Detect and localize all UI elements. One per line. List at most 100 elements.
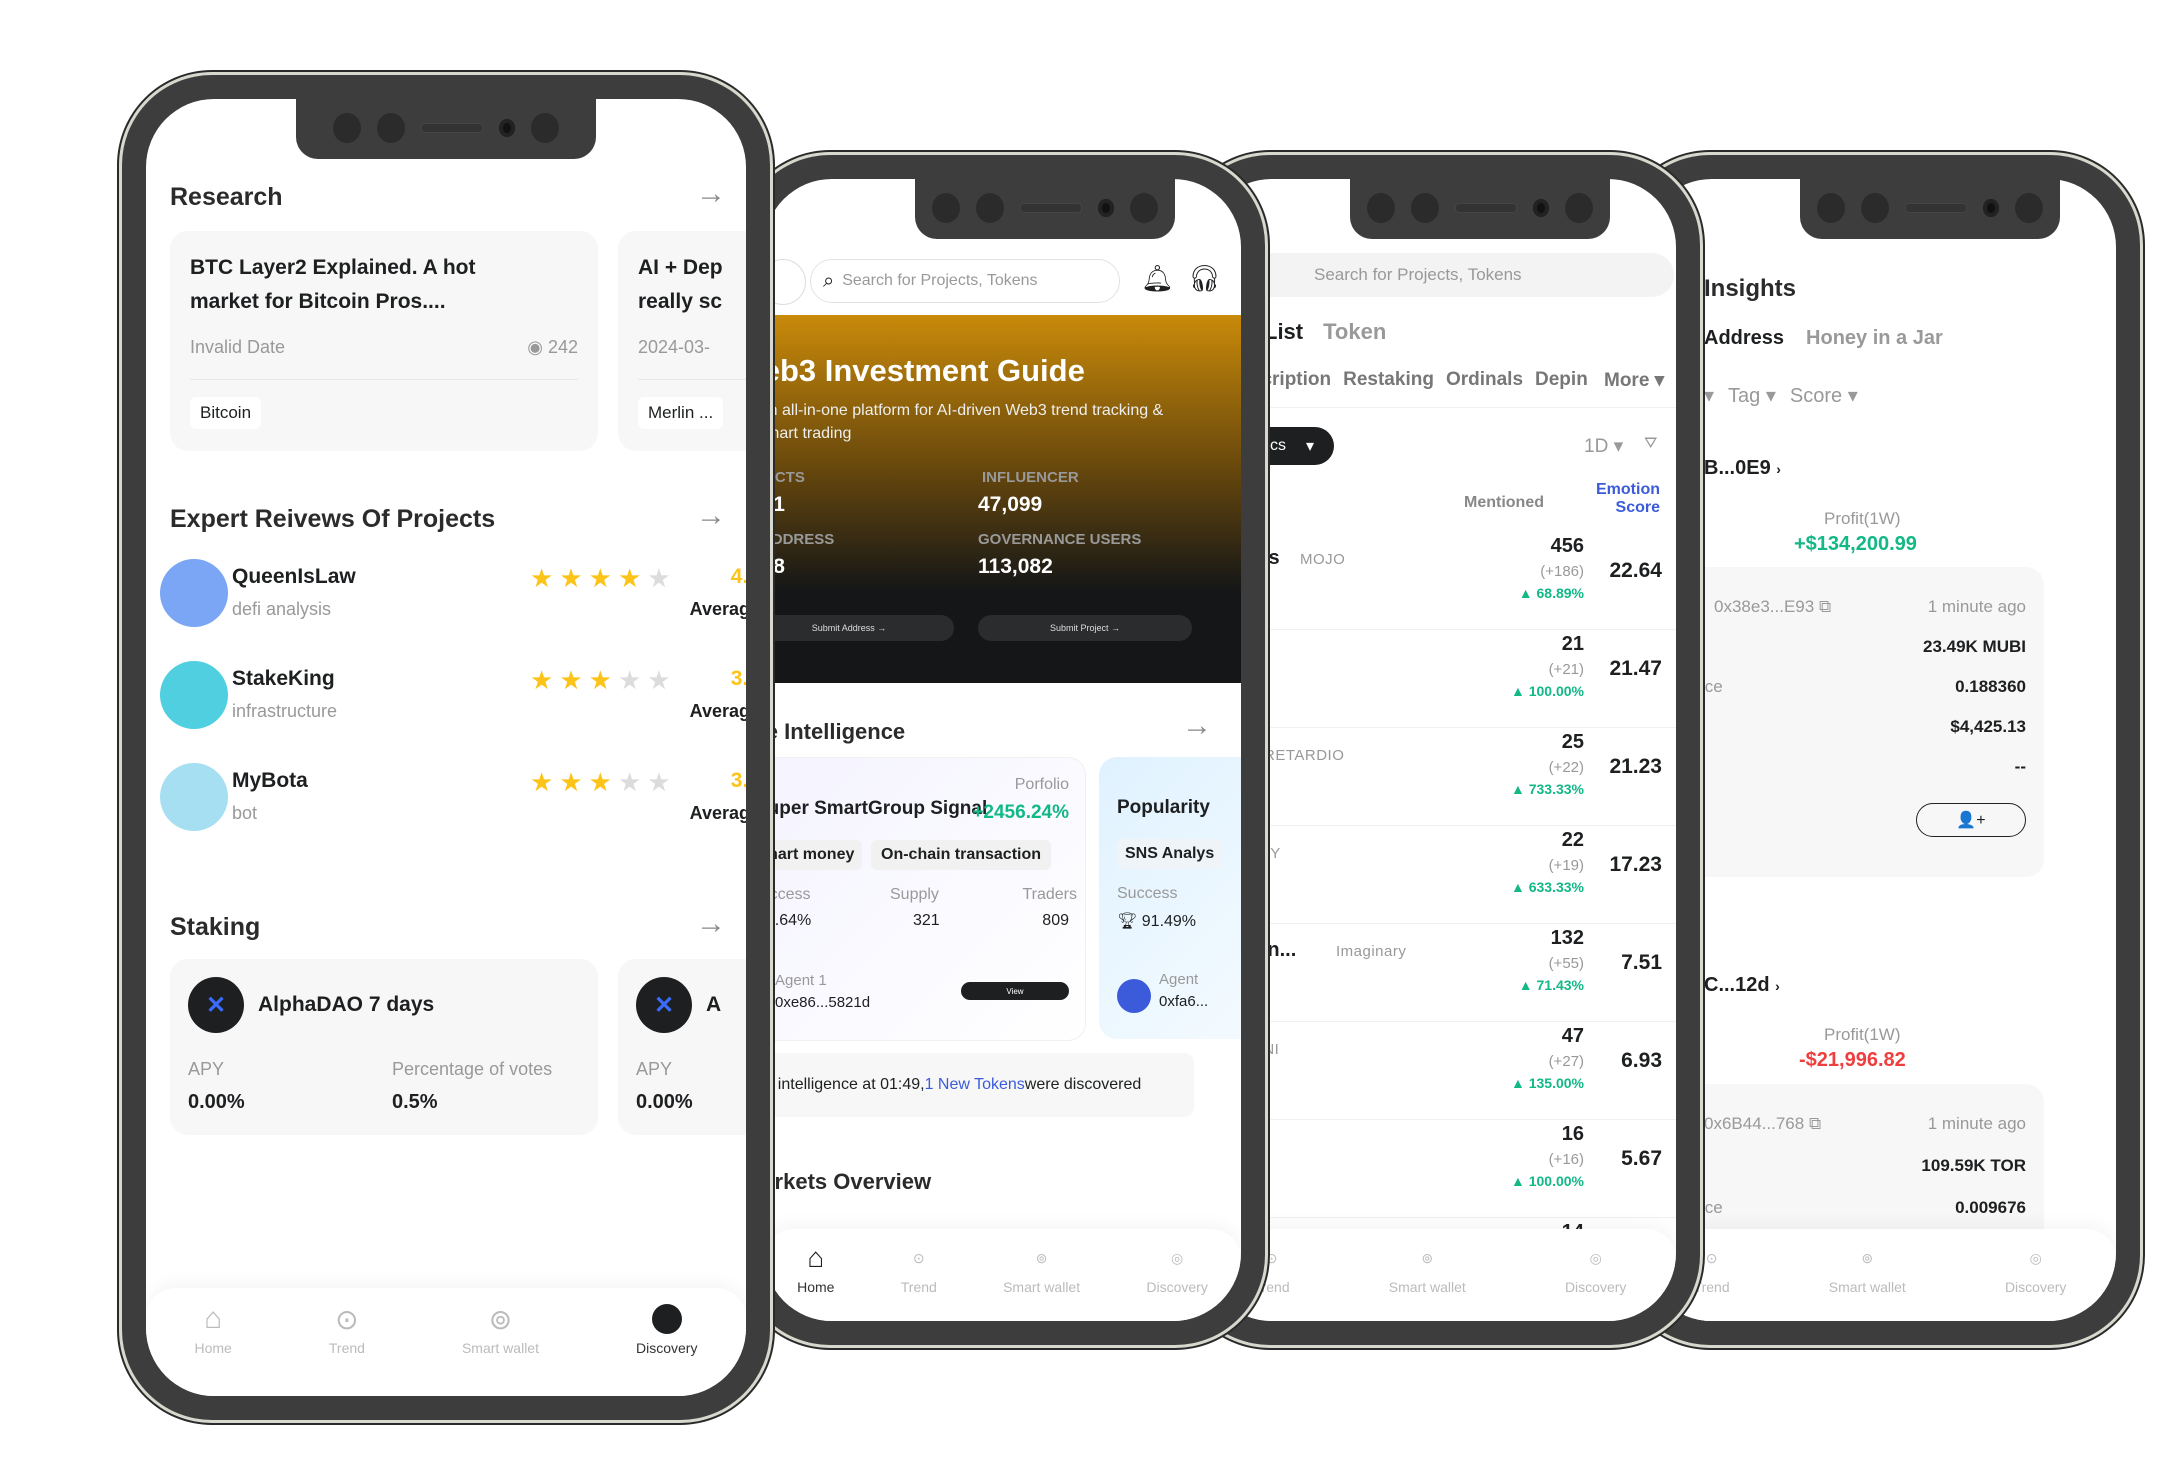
- portfolio-label: Porfolio: [1014, 776, 1069, 793]
- copy-icon[interactable]: ⧉: [1809, 1114, 1821, 1133]
- star-icon: ★: [617, 563, 642, 593]
- category-depin[interactable]: Depin: [1535, 369, 1588, 391]
- filter-dropdown[interactable]: ▾: [1704, 383, 1714, 408]
- agent-address: 0xfa6...: [1159, 993, 1209, 1010]
- reviewer-category: defi analysis: [232, 599, 332, 619]
- category-restaking[interactable]: Restaking: [1343, 369, 1434, 391]
- tab-smart-wallet[interactable]: ⊚ Smart wallet: [1003, 1241, 1080, 1296]
- up-arrow-icon: ▲: [1518, 977, 1533, 993]
- arrow-right-icon[interactable]: →: [696, 499, 726, 533]
- filter-score[interactable]: Score ▾: [1790, 383, 1858, 408]
- intelligence-notice[interactable]: Live intelligence at 01:49, 1 New Tokens…: [764, 1053, 1194, 1117]
- tab-trend[interactable]: ⊙ Trend: [901, 1241, 937, 1296]
- wallet-icon: ⊚: [1861, 1249, 1874, 1266]
- filter-tag[interactable]: Tag ▾: [1728, 383, 1776, 408]
- avatar: [160, 661, 228, 729]
- tag-chip: On-chain transaction: [871, 840, 1052, 870]
- col-emotion-score[interactable]: Emotion Score: [1584, 481, 1660, 517]
- bell-icon[interactable]: 🔔︎: [1141, 263, 1174, 294]
- tag-chip: SNS Analys: [1117, 839, 1223, 869]
- tab-discovery[interactable]: ◎ Discovery: [2005, 1241, 2066, 1296]
- home-screen: ⌕ Search for Projects, Tokens 🔔︎ 🎧︎ Web3…: [764, 179, 1241, 1321]
- rating-level: Average: [689, 599, 746, 619]
- research-card[interactable]: BTC Layer2 Explained. A hot market for B…: [170, 231, 598, 451]
- tab-address[interactable]: Address: [1704, 327, 1784, 350]
- tab-smart-wallet[interactable]: ⊚ Smart wallet: [1389, 1241, 1466, 1296]
- hero-title: Web3 Investment Guide: [764, 353, 1085, 388]
- review-item[interactable]: MyBota bot ★★★★★ 3.5 Average: [160, 763, 746, 833]
- stat-label: Supply: [890, 886, 939, 903]
- profit-value: +$134,200.99: [1794, 533, 1917, 555]
- emotion-score: 7.51: [1621, 951, 1662, 974]
- search-icon: ⌕: [823, 269, 835, 292]
- search-input[interactable]: ⌕ Search for Projects, Tokens: [810, 259, 1120, 303]
- table-row[interactable]: vap UNI 47 (+27) ▲ 135.00% 6.93: [1204, 1019, 1676, 1120]
- follow-button[interactable]: 👤+: [1916, 803, 2026, 837]
- tab-discovery[interactable]: Discovery: [636, 1302, 697, 1356]
- table-row[interactable]: nary On... Imaginary efi 132 (+55) ▲ 71.…: [1204, 921, 1676, 1022]
- submit-address-button[interactable]: Submit Address →: [764, 615, 954, 641]
- price-value: 0.188360: [1955, 677, 2026, 696]
- category-ordinals[interactable]: Ordinals: [1446, 369, 1523, 391]
- trade-time: 1 minute ago: [1927, 1114, 2026, 1133]
- table-row[interactable]: n VANRY ... 22 (+19) ▲ 633.33% 17.23: [1204, 823, 1676, 924]
- research-card[interactable]: AI + Dep really sc 2024-03- Merlin ...: [618, 231, 746, 451]
- reviewer-category: bot: [232, 803, 258, 823]
- headset-icon[interactable]: 🎧︎: [1188, 263, 1221, 294]
- copy-icon[interactable]: ⧉: [1819, 597, 1831, 616]
- view-button[interactable]: View: [961, 982, 1069, 1000]
- arrow-right-icon[interactable]: →: [696, 177, 726, 211]
- wallet-address-link[interactable]: C...12d ›: [1704, 974, 1780, 997]
- tab-home[interactable]: ⌂ Home: [797, 1241, 834, 1295]
- star-icon: ★: [530, 767, 554, 797]
- mentioned-change: ▲ 100.00%: [1510, 1173, 1584, 1189]
- table-row[interactable]: ok BBT 16 (+16) ▲ 100.00% 5.67: [1204, 1117, 1676, 1218]
- bottom-tab-bar: ⊙ Trend ⊚ Smart wallet ◎ Discovery: [1204, 1229, 1676, 1321]
- review-item[interactable]: StakeKing infrastructure ★★★★★ 3.2 Avera…: [160, 661, 746, 731]
- tab-discovery[interactable]: ◎ Discovery: [1565, 1241, 1626, 1296]
- section-title: Markets Overview: [764, 1169, 932, 1194]
- star-icon: ★: [559, 767, 583, 797]
- filter-icon[interactable]: ⛛: [1644, 435, 1657, 453]
- trade-time: 1 minute ago: [1927, 597, 2026, 616]
- phone-notch: [915, 177, 1175, 239]
- tab-smart-wallet[interactable]: ⊚ Smart wallet: [462, 1302, 539, 1357]
- col-mentioned[interactable]: Mentioned: [1464, 494, 1544, 512]
- search-input[interactable]: Search for Projects, Tokens: [1244, 253, 1674, 297]
- tab-trend[interactable]: ⊙ Trend: [329, 1302, 365, 1357]
- review-item[interactable]: QueenIsLaw defi analysis ★★★★★ 4.1 Avera…: [160, 559, 746, 629]
- stat-value: 809: [1042, 912, 1069, 929]
- new-tokens-link[interactable]: 1 New Tokens: [925, 1076, 1025, 1094]
- add-user-icon: 👤+: [1956, 812, 1986, 829]
- wallet-address-link[interactable]: B...0E9 ›: [1704, 457, 1781, 480]
- tab-honey-in-a-jar[interactable]: Honey in a Jar: [1806, 327, 1943, 350]
- star-icon: ★: [559, 665, 583, 695]
- star-icon: ★: [559, 563, 583, 593]
- popularity-card[interactable]: Popularity SNS Analys Success 🏆︎ 91.49% …: [1099, 757, 1241, 1039]
- tab-smart-wallet[interactable]: ⊚ Smart wallet: [1829, 1241, 1906, 1296]
- tab-list[interactable]: List: [1264, 319, 1303, 345]
- more-dropdown[interactable]: More ▾: [1604, 369, 1664, 392]
- contract-address[interactable]: 0x38e3...E93 ⧉: [1714, 597, 1831, 617]
- mentioned-change: ▲ 135.00%: [1510, 1075, 1584, 1091]
- table-row[interactable]: RDIO RETARDIO e 25 (+22) ▲ 733.33% 21.23: [1204, 725, 1676, 826]
- staking-card[interactable]: ✕ A APY 0.00%: [618, 959, 746, 1135]
- research-title: BTC Layer2 Explained. A hot market for B…: [190, 256, 476, 313]
- emotion-score: 17.23: [1609, 853, 1662, 876]
- trend-icon: ⊙: [335, 1303, 359, 1335]
- rating-value: 3.5: [730, 769, 746, 792]
- submit-project-button[interactable]: Submit Project →: [978, 615, 1192, 641]
- tab-discovery[interactable]: ◎ Discovery: [1146, 1241, 1207, 1296]
- table-row[interactable]: Markets MOJO ... 456 (+186) ▲ 68.89% 22.…: [1204, 529, 1676, 630]
- arrow-right-icon[interactable]: →: [1182, 709, 1212, 743]
- signal-card[interactable]: Super SmartGroup Signal Porfolio +2456.2…: [764, 757, 1086, 1041]
- scan-icon[interactable]: [764, 259, 806, 305]
- contract-address[interactable]: 0x6B44...768 ⧉: [1704, 1114, 1821, 1134]
- mentioned-delta: (+55): [1548, 955, 1584, 972]
- tab-token[interactable]: Token: [1323, 319, 1386, 345]
- period-dropdown[interactable]: 1D ▾: [1584, 435, 1623, 458]
- arrow-right-icon[interactable]: →: [696, 907, 726, 941]
- tab-home[interactable]: ⌂ Home: [195, 1302, 232, 1356]
- staking-card[interactable]: ✕ AlphaDAO 7 days APY 0.00% Percentage o…: [170, 959, 598, 1135]
- table-row[interactable]: BLITZ 21 (+21) ▲ 100.00% 21.47: [1204, 627, 1676, 728]
